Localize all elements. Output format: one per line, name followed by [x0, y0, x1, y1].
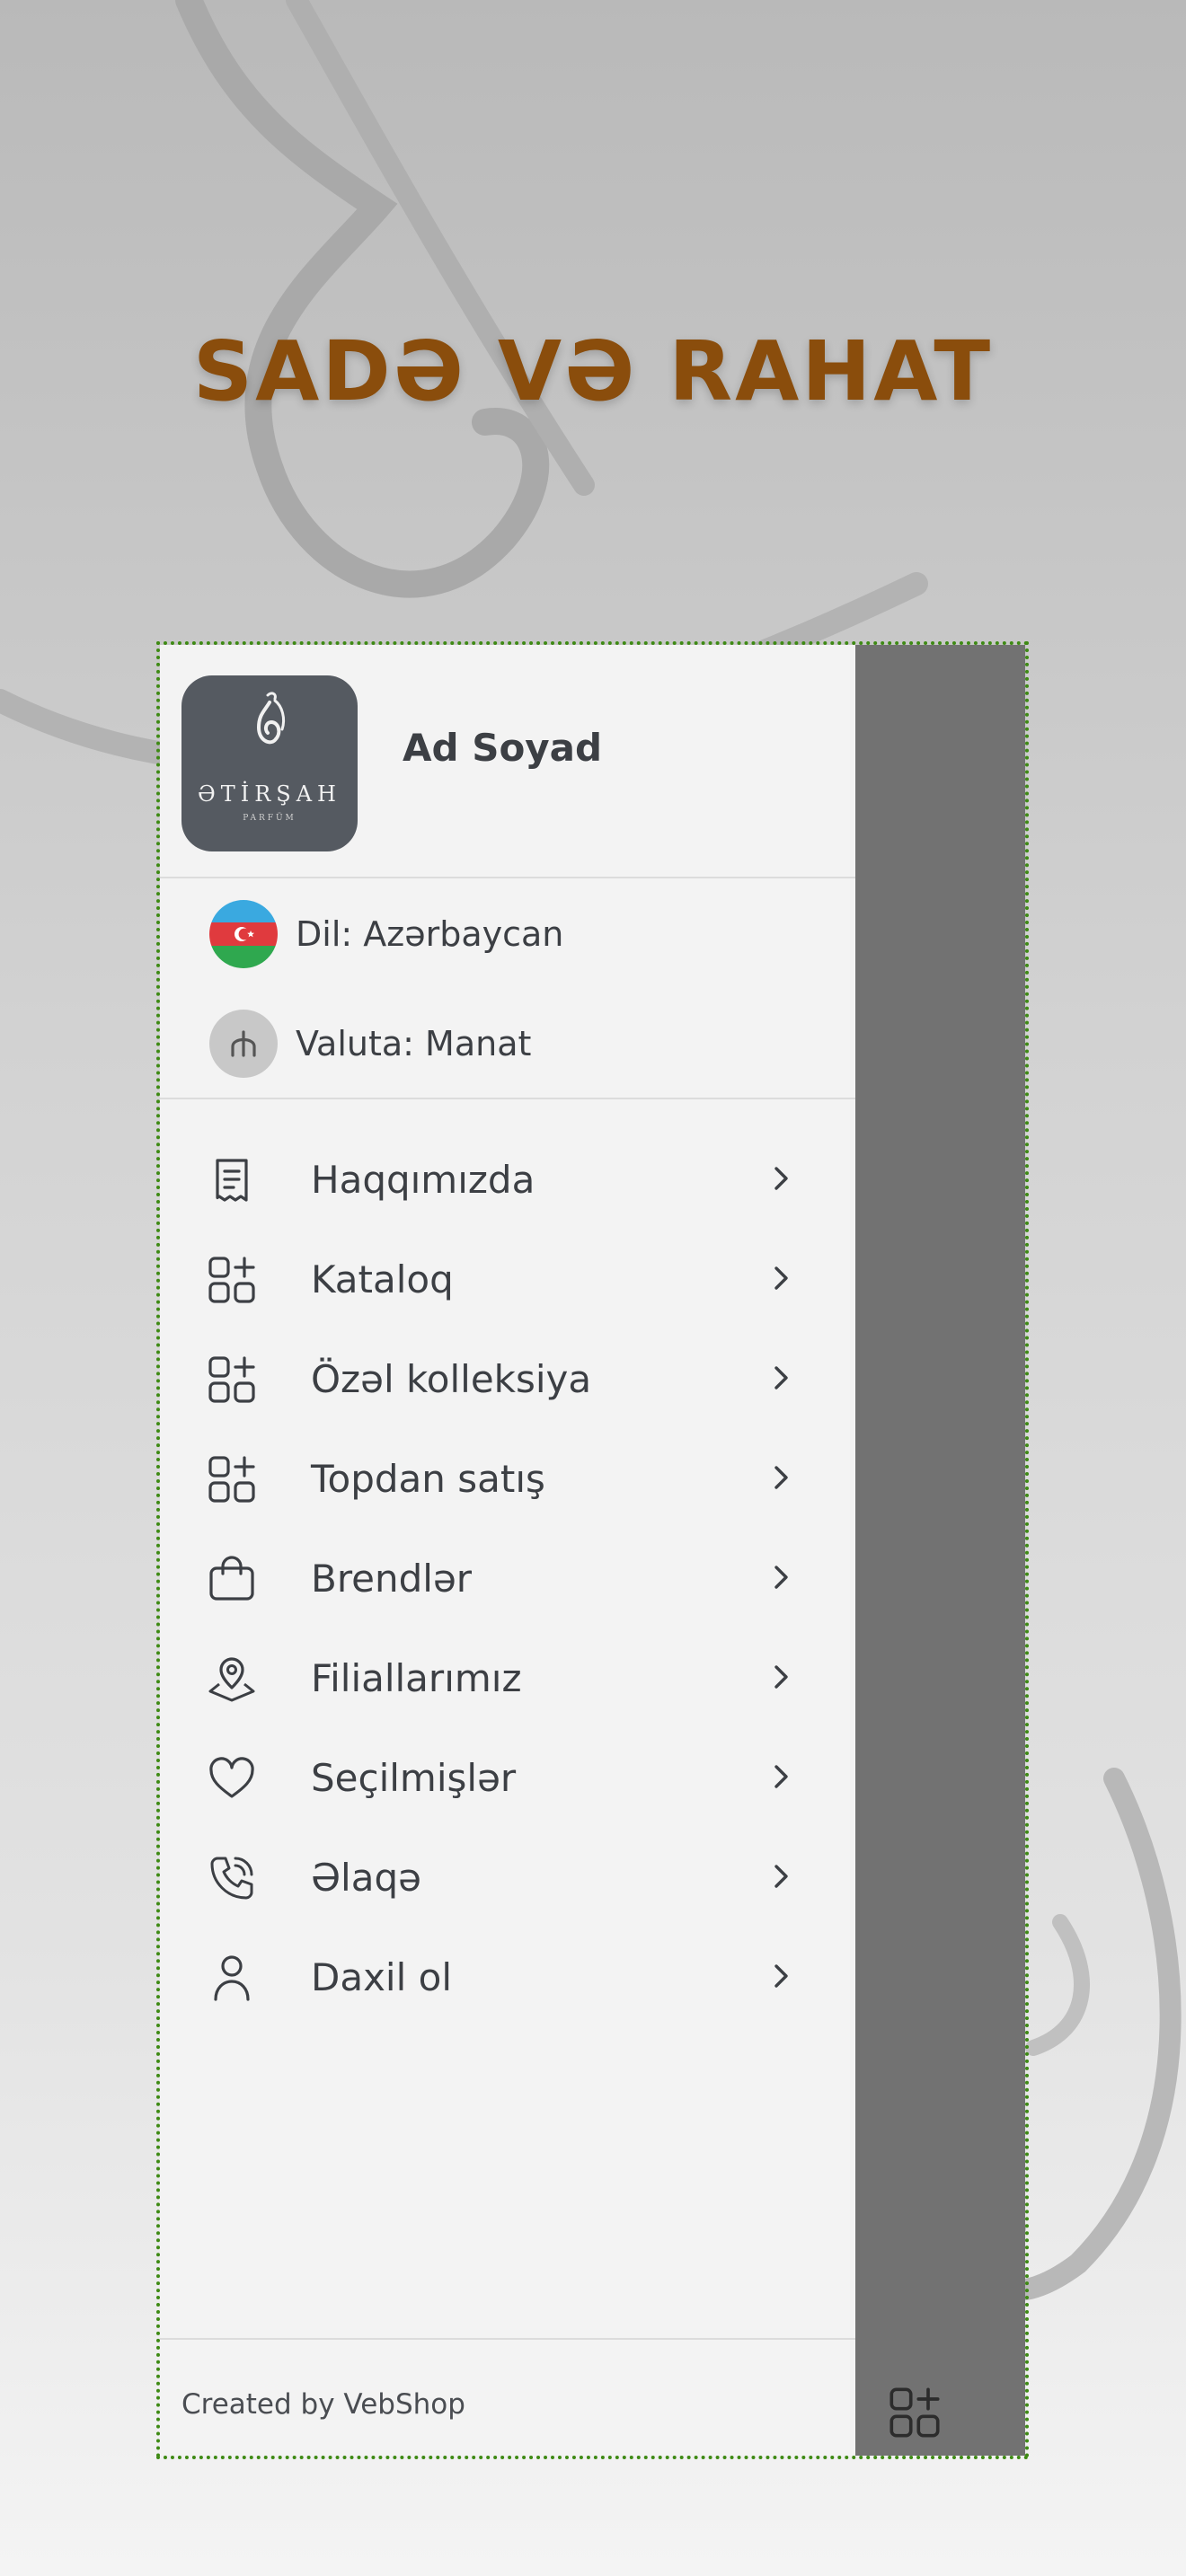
- profile-header: ƏTİRŞAH PARFÜM Ad Soyad: [160, 645, 855, 878]
- menu-label-branches: Filiallarımız: [311, 1656, 522, 1700]
- language-label: Dil: Azərbaycan: [296, 914, 564, 954]
- chevron-right-icon: [774, 1865, 788, 1888]
- chevron-right-icon: [774, 1566, 788, 1589]
- category-icon[interactable]: [888, 2386, 942, 2439]
- category-icon: [208, 1356, 255, 1403]
- user-icon: [214, 1955, 250, 2001]
- language-selector[interactable]: Dil: Azərbaycan: [209, 900, 563, 968]
- menu-item-favorites[interactable]: Seçilmişlər: [160, 1728, 855, 1828]
- chevron-right-icon: [774, 1466, 788, 1489]
- menu-label-special-collection: Özəl kolleksiya: [311, 1357, 592, 1401]
- manat-icon: [209, 1010, 278, 1078]
- menu-label-login: Daxil ol: [311, 1955, 452, 1999]
- menu-label-wholesale: Topdan satış: [311, 1457, 545, 1501]
- menu-item-special-collection[interactable]: Özəl kolleksiya: [160, 1329, 855, 1429]
- chevron-right-icon: [774, 1964, 788, 1988]
- menu-label-brands: Brendlər: [311, 1557, 473, 1601]
- phone-frame: ƏTİRŞAH PARFÜM Ad Soyad Dil: Azərbaycan: [156, 641, 1029, 2459]
- menu-label-favorites: Seçilmişlər: [311, 1756, 517, 1800]
- chevron-right-icon: [774, 1765, 788, 1788]
- bag-icon: [209, 1556, 254, 1601]
- location-icon: [208, 1657, 255, 1702]
- chevron-right-icon: [774, 1266, 788, 1290]
- receipt-icon: [216, 1159, 248, 1202]
- category-icon: [208, 1257, 255, 1303]
- menu-item-wholesale[interactable]: Topdan satış: [160, 1429, 855, 1529]
- menu-item-branches[interactable]: Filiallarımız: [160, 1628, 855, 1728]
- menu-label-contact: Əlaqə: [311, 1856, 421, 1900]
- menu-item-brands[interactable]: Brendlər: [160, 1529, 855, 1628]
- menu-label-about: Haqqımızda: [311, 1158, 535, 1202]
- menu-label-catalog: Kataloq: [311, 1257, 454, 1301]
- currency-selector[interactable]: Valuta: Manat: [209, 1010, 531, 1078]
- menu-list: Haqqımızda Kataloq Özəl kolleksiya Topda…: [160, 1130, 855, 2027]
- chevron-right-icon: [774, 1366, 788, 1389]
- menu-item-login[interactable]: Daxil ol: [160, 1928, 855, 2027]
- footer-credit: Created by VebShop: [181, 2388, 465, 2421]
- perfume-bottle-logo: [256, 692, 286, 745]
- logo-brand-text: ƏTİRŞAH: [198, 781, 341, 807]
- category-icon: [208, 1456, 255, 1503]
- azerbaijan-flag-icon: [209, 900, 278, 968]
- headline: SADƏ VƏ RAHAT: [192, 323, 994, 419]
- phone-icon: [210, 1857, 253, 1900]
- chevron-right-icon: [774, 1167, 788, 1190]
- settings-section: Dil: Azərbaycan Valuta: Manat: [160, 880, 855, 1099]
- menu-item-about[interactable]: Haqqımızda: [160, 1130, 855, 1230]
- user-name[interactable]: Ad Soyad: [403, 726, 602, 770]
- heart-icon: [209, 1757, 254, 1798]
- currency-label: Valuta: Manat: [296, 1024, 532, 1063]
- brand-logo[interactable]: ƏTİRŞAH PARFÜM: [181, 675, 358, 851]
- drawer-footer: Created by VebShop: [160, 2338, 855, 2456]
- logo-sub-text: PARFÜM: [243, 814, 296, 823]
- chevron-right-icon: [774, 1665, 788, 1689]
- drawer-scrim[interactable]: [855, 645, 1025, 2456]
- menu-item-contact[interactable]: Əlaqə: [160, 1828, 855, 1928]
- navigation-drawer: ƏTİRŞAH PARFÜM Ad Soyad Dil: Azərbaycan: [160, 645, 855, 2456]
- menu-item-catalog[interactable]: Kataloq: [160, 1230, 855, 1329]
